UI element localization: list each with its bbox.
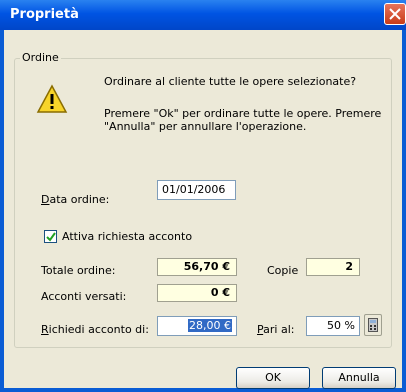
close-button[interactable] xyxy=(384,3,406,25)
annulla-button[interactable]: Annulla xyxy=(322,367,396,389)
calculator-icon xyxy=(368,318,378,332)
richiedi-acconto-value: 28,00 € xyxy=(188,319,232,332)
copie-label: Copie xyxy=(267,264,299,277)
richiedi-acconto-input[interactable]: 28,00 € xyxy=(157,316,237,336)
richiedi-acconto-label: Richiedi acconto di: xyxy=(41,323,149,336)
group-label: Ordine xyxy=(20,51,61,64)
copie-value: 2 xyxy=(306,258,360,276)
window-title: Proprietà xyxy=(10,7,79,22)
instruction-line-1: Premere "Ok" per ordinare tutte le opere… xyxy=(104,107,382,120)
acconto-checkbox-label[interactable]: Attiva richiesta acconto xyxy=(62,230,192,243)
confirm-question: Ordinare al cliente tutte le opere selez… xyxy=(104,75,357,88)
totale-ordine-value: 56,70 € xyxy=(157,258,237,276)
pari-al-label: Pari al: xyxy=(257,323,295,336)
data-ordine-label: Data ordine: xyxy=(41,193,110,206)
acconti-versati-value: 0 € xyxy=(157,284,237,302)
close-icon xyxy=(389,8,401,20)
acconto-checkbox[interactable] xyxy=(44,230,57,243)
calculator-button[interactable] xyxy=(364,314,382,336)
warning-icon xyxy=(36,84,68,113)
title-bar[interactable]: Proprietà xyxy=(0,0,406,30)
instruction-line-2: "Annulla" per annullare l'operazione. xyxy=(104,120,307,133)
data-ordine-input[interactable]: 01/01/2006 xyxy=(157,180,236,200)
acconti-versati-label: Acconti versati: xyxy=(41,290,127,303)
totale-ordine-label: Totale ordine: xyxy=(41,264,116,277)
pari-al-input[interactable]: 50 % xyxy=(306,316,360,336)
checkmark-icon xyxy=(46,232,56,242)
ok-button[interactable]: OK xyxy=(236,367,310,389)
